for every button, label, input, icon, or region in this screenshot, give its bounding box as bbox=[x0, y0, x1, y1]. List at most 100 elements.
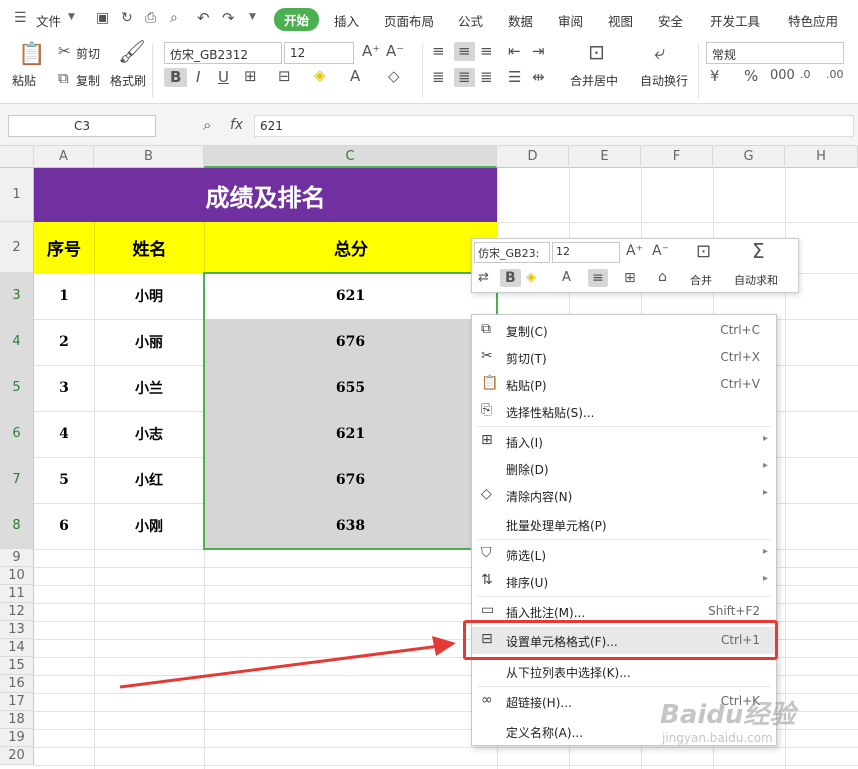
format-painter-label[interactable]: 格式刷 bbox=[110, 72, 146, 89]
table-cell[interactable]: 小兰 bbox=[94, 365, 204, 411]
row-header-19[interactable]: 19 bbox=[0, 729, 34, 747]
align-top-icon[interactable]: ≡ bbox=[432, 44, 445, 59]
file-menu[interactable]: 文件 bbox=[36, 11, 61, 30]
border-icon[interactable]: ⊞ bbox=[624, 271, 636, 285]
hamburger-icon[interactable]: ☰ bbox=[14, 10, 27, 26]
wrap-icon[interactable]: ⇄ bbox=[478, 271, 489, 284]
tab-special[interactable]: 特色应用 bbox=[788, 11, 838, 30]
bold-icon[interactable]: B bbox=[500, 269, 521, 287]
font-color-icon[interactable]: A bbox=[562, 271, 571, 284]
table-cell[interactable]: 小明 bbox=[94, 273, 204, 319]
undo-icon[interactable]: ↶ bbox=[197, 9, 210, 27]
thousands-icon[interactable]: 000 bbox=[770, 69, 795, 82]
col-header-f[interactable]: F bbox=[641, 146, 713, 168]
tab-security[interactable]: 安全 bbox=[658, 11, 683, 30]
row-header-18[interactable]: 18 bbox=[0, 711, 34, 729]
print-icon[interactable]: ⎙ bbox=[145, 10, 156, 26]
wrap-text-icon[interactable]: ⤶ bbox=[654, 42, 665, 62]
menu-item-paste[interactable]: 📋 粘贴(P) Ctrl+V bbox=[472, 371, 776, 398]
table-cell[interactable]: 2 bbox=[34, 319, 94, 365]
menu-item-batch[interactable]: 批量处理单元格(P) bbox=[472, 511, 776, 538]
clear-format-icon[interactable]: ◇ bbox=[388, 69, 400, 84]
row-header-2[interactable]: 2 bbox=[0, 222, 34, 273]
align-center-icon[interactable]: ≣ bbox=[454, 68, 475, 87]
col-header-b[interactable]: B bbox=[94, 146, 204, 168]
col-header-a[interactable]: A bbox=[34, 146, 94, 168]
underline-icon[interactable]: U bbox=[218, 70, 229, 85]
menu-item-insert[interactable]: ⊞ 插入(I) ▸ bbox=[472, 428, 776, 455]
menu-item-filter[interactable]: ⛉ 筛选(L) ▸ bbox=[472, 541, 776, 568]
distribute-icon[interactable]: ⇹ bbox=[532, 70, 545, 85]
tab-view[interactable]: 视图 bbox=[608, 11, 633, 30]
table-cell[interactable]: 小红 bbox=[94, 457, 204, 503]
table-cell[interactable]: 1 bbox=[34, 273, 94, 319]
menu-item-delete[interactable]: 删除(D) ▸ bbox=[472, 455, 776, 482]
fill-format-icon[interactable]: ⊟ bbox=[278, 69, 291, 84]
select-all[interactable] bbox=[0, 146, 34, 168]
fill-color-icon[interactable]: ◈ bbox=[314, 68, 326, 83]
mini-size-select[interactable]: 12 bbox=[552, 242, 620, 263]
row-header-11[interactable]: 11 bbox=[0, 585, 34, 603]
row-header-20[interactable]: 20 bbox=[0, 747, 34, 765]
row-header-14[interactable]: 14 bbox=[0, 639, 34, 657]
tab-review[interactable]: 审阅 bbox=[558, 11, 583, 30]
currency-icon[interactable]: ¥ bbox=[710, 69, 720, 84]
menu-item-cut[interactable]: ✂ 剪切(T) Ctrl+X bbox=[472, 344, 776, 371]
row-header-7[interactable]: 7 bbox=[0, 457, 34, 503]
tab-developer[interactable]: 开发工具 bbox=[710, 11, 760, 30]
decimal-increase-icon[interactable]: .0 bbox=[800, 69, 811, 80]
zoom-icon[interactable]: ⌕ bbox=[203, 118, 211, 133]
italic-icon[interactable]: I bbox=[196, 70, 200, 85]
merge-center-label[interactable]: 合并居中 bbox=[570, 72, 618, 89]
mini-merge-label[interactable]: 合并 bbox=[690, 272, 712, 288]
fx-label[interactable]: fx bbox=[230, 117, 243, 133]
row-header-13[interactable]: 13 bbox=[0, 621, 34, 639]
row-header-17[interactable]: 17 bbox=[0, 693, 34, 711]
header-name[interactable]: 姓名 bbox=[94, 222, 204, 273]
indent-decrease-icon[interactable]: ⇤ bbox=[508, 44, 521, 59]
tab-insert[interactable]: 插入 bbox=[334, 11, 359, 30]
font-shrink-icon[interactable]: A⁻ bbox=[652, 244, 669, 258]
bold-icon[interactable]: B bbox=[164, 68, 188, 87]
mini-autosum-label[interactable]: 自动求和 bbox=[734, 272, 778, 288]
table-cell[interactable]: 5 bbox=[34, 457, 94, 503]
row-header-8[interactable]: 8 bbox=[0, 503, 34, 549]
mini-font-select[interactable]: 仿宋_GB23: bbox=[474, 242, 550, 263]
row-header-15[interactable]: 15 bbox=[0, 657, 34, 675]
col-header-d[interactable]: D bbox=[497, 146, 569, 168]
fill-color-icon[interactable]: ◈ bbox=[526, 271, 536, 284]
table-cell[interactable]: 小志 bbox=[94, 411, 204, 457]
menu-item-paste-special[interactable]: ⎘ 选择性粘贴(S)... bbox=[472, 398, 776, 425]
formula-input[interactable]: 621 bbox=[254, 115, 854, 137]
justify-icon[interactable]: ☰ bbox=[508, 70, 521, 85]
row-header-6[interactable]: 6 bbox=[0, 411, 34, 457]
number-format-select[interactable]: 常规 bbox=[706, 42, 844, 64]
format-painter-icon[interactable]: ⌂ bbox=[658, 270, 667, 284]
copy-label[interactable]: 复制 bbox=[76, 72, 100, 89]
merge-icon[interactable]: ⊡ bbox=[696, 243, 711, 261]
sum-icon[interactable]: Σ bbox=[752, 241, 765, 261]
align-middle-icon[interactable]: ≡ bbox=[454, 42, 475, 61]
paste-icon[interactable]: 📋 bbox=[18, 44, 45, 66]
menu-item-pick-list[interactable]: 从下拉列表中选择(K)... bbox=[472, 658, 776, 685]
chevron-down-icon[interactable]: ▼ bbox=[68, 12, 75, 22]
row-header-16[interactable]: 16 bbox=[0, 675, 34, 693]
preview-icon[interactable]: ⌕ bbox=[170, 10, 178, 26]
header-total[interactable]: 总分 bbox=[204, 222, 497, 273]
more-icon[interactable]: ▼ bbox=[249, 12, 256, 22]
percent-icon[interactable]: % bbox=[744, 69, 758, 84]
row-header-12[interactable]: 12 bbox=[0, 603, 34, 621]
format-painter-icon[interactable]: 🖌 bbox=[118, 42, 146, 64]
paste-label[interactable]: 粘贴 bbox=[12, 72, 36, 89]
align-left-icon[interactable]: ≣ bbox=[432, 70, 445, 85]
align-right-icon[interactable]: ≣ bbox=[480, 70, 493, 85]
merge-center-icon[interactable]: ⊡ bbox=[588, 42, 605, 62]
align-center-icon[interactable]: ≡ bbox=[588, 269, 608, 287]
row-header-3[interactable]: 3 bbox=[0, 273, 34, 319]
table-cell[interactable]: 6 bbox=[34, 503, 94, 549]
indent-increase-icon[interactable]: ⇥ bbox=[532, 44, 545, 59]
font-size-select[interactable]: 12 bbox=[284, 42, 354, 64]
copy-icon[interactable]: ⧉ bbox=[58, 71, 69, 86]
col-header-h[interactable]: H bbox=[785, 146, 858, 168]
wrap-text-label[interactable]: 自动换行 bbox=[640, 72, 688, 89]
